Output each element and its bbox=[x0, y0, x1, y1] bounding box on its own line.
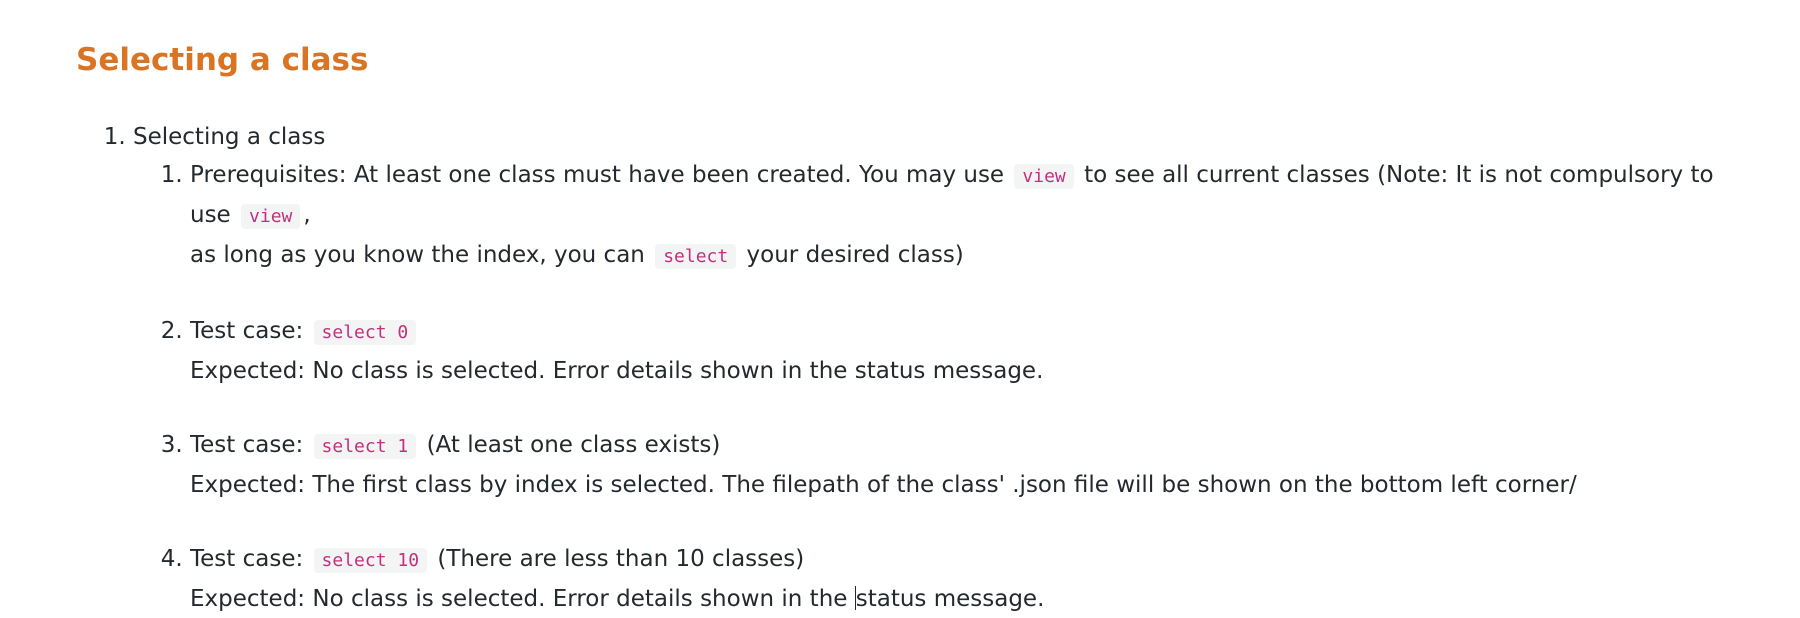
prerequisites-text: as long as you know the index, you can bbox=[190, 242, 645, 268]
view-command: view bbox=[1014, 164, 1074, 189]
test-case-note: (There are less than 10 classes) bbox=[437, 546, 805, 572]
comma-text: , bbox=[303, 202, 311, 228]
prerequisites-text: Prerequisites: At least one class must h… bbox=[190, 162, 1005, 188]
test-case-note: (At least one class exists) bbox=[426, 432, 721, 458]
list-item-label: Selecting a class bbox=[133, 124, 326, 150]
expected-line[interactable]: Expected: No class is selected. Error de… bbox=[190, 580, 1756, 618]
view-command: view bbox=[241, 204, 301, 229]
test-command: select 10 bbox=[313, 548, 428, 573]
expected-text: Expected: The first class by index is se… bbox=[190, 472, 1577, 498]
outer-list: Selecting a class Prerequisites: At leas… bbox=[76, 118, 1756, 618]
test-command: select 0 bbox=[313, 320, 417, 345]
prerequisites-item: Prerequisites: At least one class must h… bbox=[190, 156, 1756, 276]
prerequisites-line-2: as long as you know the index, you can s… bbox=[190, 236, 1756, 276]
expected-text: Expected: No class is selected. Error de… bbox=[190, 358, 1044, 384]
test-case-item: Test case: select 1 (At least one class … bbox=[190, 426, 1756, 504]
test-case-label: Test case: bbox=[190, 546, 304, 572]
document-page: Selecting a class Selecting a class Prer… bbox=[76, 36, 1756, 618]
test-case-label: Test case: bbox=[190, 432, 304, 458]
select-command: select bbox=[655, 244, 737, 269]
list-item: Selecting a class Prerequisites: At leas… bbox=[133, 118, 1756, 618]
inner-list: Prerequisites: At least one class must h… bbox=[133, 156, 1756, 618]
test-case-item: Test case: select 0 Expected: No class i… bbox=[190, 312, 1756, 390]
section-heading: Selecting a class bbox=[76, 42, 369, 78]
test-command: select 1 bbox=[313, 434, 417, 459]
test-case-item: Test case: select 10 (There are less tha… bbox=[190, 540, 1756, 618]
prerequisites-text: your desired class) bbox=[746, 242, 964, 268]
test-case-label: Test case: bbox=[190, 318, 304, 344]
